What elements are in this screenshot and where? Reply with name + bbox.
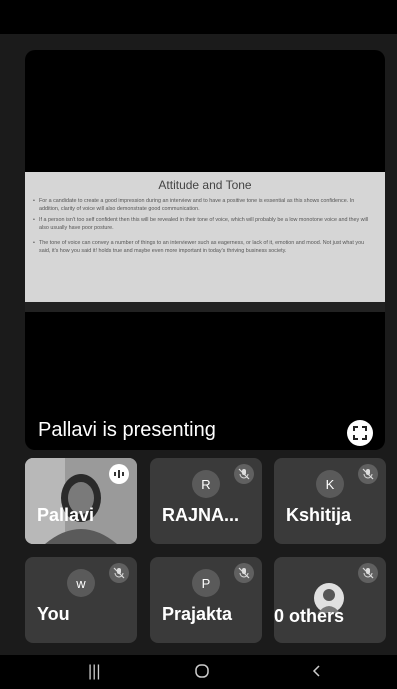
mic-off-indicator <box>358 464 378 484</box>
slide-bullet: For a candidate to create a good impress… <box>33 198 373 213</box>
mic-off-icon <box>362 468 374 480</box>
slide-controls-bar <box>25 302 385 312</box>
participant-name: Pallavi <box>37 505 95 525</box>
back-button[interactable] <box>310 663 322 684</box>
presentation-stage[interactable]: Attitude and Tone For a candidate to cre… <box>25 50 385 450</box>
participant-name: Prajakta <box>162 604 233 624</box>
fullscreen-icon <box>353 426 367 440</box>
participant-tile-you[interactable]: w You <box>25 557 137 643</box>
mic-off-icon <box>362 567 374 579</box>
slide-bullet: The tone of voice can convey a number of… <box>33 240 373 255</box>
participant-name: Kshitija <box>286 505 352 525</box>
home-icon <box>195 664 209 678</box>
participant-tile-others[interactable]: 40 others <box>274 557 386 643</box>
slide-title: Attitude and Tone <box>158 178 252 192</box>
audio-level-icon <box>114 470 124 478</box>
avatar: P <box>192 569 220 597</box>
slide-bullet: If a person isn't too self confident the… <box>33 217 373 232</box>
participant-tile-rajna[interactable]: R RAJNA... <box>150 458 262 544</box>
speaking-indicator <box>109 464 129 484</box>
participant-tile-prajakta[interactable]: P Prajakta <box>150 557 262 643</box>
avatar: w <box>67 569 95 597</box>
participant-name: RAJNA... <box>162 505 240 525</box>
status-bar <box>0 0 397 34</box>
mic-off-indicator <box>109 563 129 583</box>
fullscreen-button[interactable] <box>347 420 373 446</box>
shared-slide: Attitude and Tone For a candidate to cre… <box>25 172 385 302</box>
mic-off-icon <box>238 567 250 579</box>
home-button[interactable] <box>194 663 210 684</box>
participant-name: 40 others <box>274 606 345 626</box>
mic-off-indicator <box>234 464 254 484</box>
participant-tile-kshitija[interactable]: K Kshitija <box>274 458 386 544</box>
recents-button[interactable]: ||| <box>88 663 100 681</box>
recents-icon: ||| <box>88 663 101 680</box>
avatar: R <box>192 470 220 498</box>
slide-body: For a candidate to create a good impress… <box>33 198 373 259</box>
mic-off-indicator <box>234 563 254 583</box>
participant-tile-pallavi[interactable]: Pallavi <box>25 458 137 544</box>
presenting-label: Pallavi is presenting <box>38 419 216 441</box>
back-icon <box>312 665 320 677</box>
participant-name: You <box>37 604 70 624</box>
mic-off-icon <box>238 468 250 480</box>
avatar: K <box>316 470 344 498</box>
mic-off-indicator <box>358 563 378 583</box>
system-nav-bar: ||| <box>0 655 397 689</box>
mic-off-icon <box>113 567 125 579</box>
